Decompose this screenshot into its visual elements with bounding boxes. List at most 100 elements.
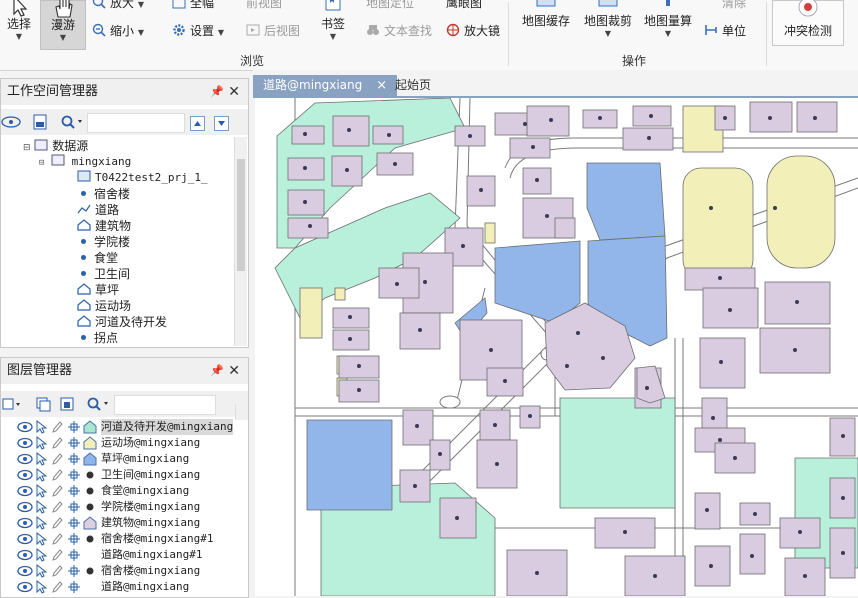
editable-pencil-icon[interactable] (51, 468, 63, 482)
visible-eye-icon[interactable] (17, 436, 33, 450)
snap-crosshair-icon[interactable] (67, 452, 81, 466)
magnifier-button[interactable]: 放大镜 (446, 22, 500, 40)
layer-row[interactable]: 食堂@mingxiang (1, 483, 237, 499)
collapse-icon[interactable]: ⊟ (39, 158, 44, 168)
snap-crosshair-icon[interactable] (67, 436, 81, 450)
scroll-thumb[interactable] (237, 159, 245, 271)
roam-button[interactable]: 漫游 ▼ (40, 0, 86, 50)
selectable-cursor-icon[interactable] (35, 580, 47, 594)
next-view-button[interactable]: 后视图 (246, 22, 300, 40)
snap-crosshair-icon[interactable] (67, 548, 81, 562)
layer-row[interactable]: 运动场@mingxiang (1, 435, 237, 451)
tab-start-page[interactable]: 起始页 (385, 75, 441, 96)
layer-row[interactable]: 道路@mingxiang#1 (1, 547, 237, 563)
selectable-cursor-icon[interactable] (35, 548, 47, 562)
visible-eye-icon[interactable] (17, 420, 33, 434)
snap-crosshair-icon[interactable] (67, 516, 81, 530)
layer-row[interactable]: 卫生间@mingxiang (1, 467, 237, 483)
dataset-item[interactable]: T0422test2_prj_1_ (77, 170, 208, 186)
visible-eye-icon[interactable] (17, 564, 33, 578)
conflict-check-button[interactable]: 冲突检测 (772, 0, 844, 46)
map-measure-button[interactable]: 地图量算 ▼ (640, 0, 696, 50)
clear-button[interactable]: 清除 (704, 0, 746, 12)
map-locate-button[interactable]: 地图定位 (366, 0, 414, 12)
layer-search-input[interactable] (114, 395, 216, 415)
snap-crosshair-icon[interactable] (67, 532, 81, 546)
editable-pencil-icon[interactable] (51, 564, 63, 578)
editable-pencil-icon[interactable] (51, 452, 63, 466)
selectable-cursor-icon[interactable] (35, 452, 47, 466)
map-cache-button[interactable]: 地图缓存 (518, 0, 574, 50)
add-layer-icon[interactable] (1, 396, 27, 412)
document-icon[interactable] (33, 114, 47, 130)
eagle-eye-button[interactable]: 鹰眼图 (446, 0, 482, 12)
editable-pencil-icon[interactable] (51, 420, 63, 434)
dataset-item[interactable]: 运动场 (77, 298, 131, 314)
editable-pencil-icon[interactable] (51, 436, 63, 450)
full-extent-button[interactable]: 全幅 (172, 0, 214, 12)
layer-row[interactable]: 道路@mingxiang (1, 579, 237, 595)
zoom-out-button[interactable]: 缩小 ▼ (92, 22, 144, 40)
selectable-cursor-icon[interactable] (35, 468, 47, 482)
dataset-item[interactable]: 宿舍楼 (77, 186, 130, 202)
visible-eye-icon[interactable] (17, 580, 33, 594)
visible-eye-icon[interactable] (17, 468, 33, 482)
settings-button[interactable]: 设置 ▼ (172, 22, 224, 40)
dataset-item[interactable]: 卫生间 (77, 266, 130, 282)
layer-scrollbar[interactable] (235, 404, 248, 420)
eye-icon[interactable] (1, 115, 23, 129)
layer-row[interactable]: 建筑物@mingxiang (1, 515, 237, 531)
dataset-item[interactable]: 食堂 (77, 250, 118, 266)
tab-map-roads[interactable]: 道路@mingxiang × (253, 75, 398, 96)
editable-pencil-icon[interactable] (51, 548, 63, 562)
text-search-button[interactable]: 文本查找 (366, 22, 432, 40)
move-up-button[interactable] (190, 116, 205, 131)
move-down-button[interactable] (214, 116, 229, 131)
layer-row[interactable]: 宿舍楼@mingxiang (1, 563, 237, 579)
snap-crosshair-icon[interactable] (67, 468, 81, 482)
editable-pencil-icon[interactable] (51, 484, 63, 498)
layer-row[interactable]: 河道及待开发@mingxiang (1, 419, 237, 435)
selectable-cursor-icon[interactable] (35, 564, 47, 578)
pin-icon[interactable]: 📌 (210, 79, 224, 105)
unit-button[interactable]: 单位 (704, 22, 746, 40)
map-canvas[interactable] (255, 98, 858, 596)
dataset-item[interactable]: 学院楼 (77, 234, 130, 250)
selectable-cursor-icon[interactable] (35, 500, 47, 514)
search-icon[interactable] (61, 114, 85, 130)
selectable-cursor-icon[interactable] (35, 436, 47, 450)
visible-eye-icon[interactable] (17, 452, 33, 466)
visible-eye-icon[interactable] (17, 500, 33, 514)
dataset-item[interactable]: 建筑物 (77, 218, 131, 234)
layer-group-icon[interactable] (59, 396, 75, 412)
visible-eye-icon[interactable] (17, 532, 33, 546)
close-icon[interactable]: ✕ (228, 79, 240, 105)
dataset-item[interactable]: 拐点 (77, 330, 118, 346)
visible-eye-icon[interactable] (17, 548, 33, 562)
selectable-cursor-icon[interactable] (35, 532, 47, 546)
editable-pencil-icon[interactable] (51, 516, 63, 530)
visible-eye-icon[interactable] (17, 484, 33, 498)
tree-node-datasource[interactable]: ⊟ mingxiang (39, 154, 131, 170)
selectable-cursor-icon[interactable] (35, 484, 47, 498)
prev-view-button[interactable]: 前视图 (246, 0, 282, 12)
layer-row[interactable]: 宿舍楼@mingxiang#1 (1, 531, 237, 547)
editable-pencil-icon[interactable] (51, 580, 63, 594)
selectable-cursor-icon[interactable] (35, 420, 47, 434)
workspace-scrollbar[interactable] (234, 137, 247, 346)
dataset-item[interactable]: 河道及待开发 (77, 314, 167, 330)
layers-icon[interactable] (35, 396, 51, 412)
pin-icon[interactable]: 📌 (210, 358, 224, 384)
layer-row[interactable]: 草坪@mingxiang (1, 451, 237, 467)
editable-pencil-icon[interactable] (51, 500, 63, 514)
map-clip-button[interactable]: 地图裁剪 ▼ (580, 0, 636, 50)
close-icon[interactable]: ✕ (228, 358, 240, 384)
layer-row[interactable]: 学院楼@mingxiang (1, 499, 237, 515)
zoom-in-button[interactable]: 放大 ▼ (92, 0, 144, 12)
collapse-icon[interactable]: ⊟ (23, 143, 31, 153)
visible-eye-icon[interactable] (17, 516, 33, 530)
snap-crosshair-icon[interactable] (67, 484, 81, 498)
selectable-cursor-icon[interactable] (35, 516, 47, 530)
search-input[interactable] (87, 113, 185, 133)
snap-crosshair-icon[interactable] (67, 500, 81, 514)
